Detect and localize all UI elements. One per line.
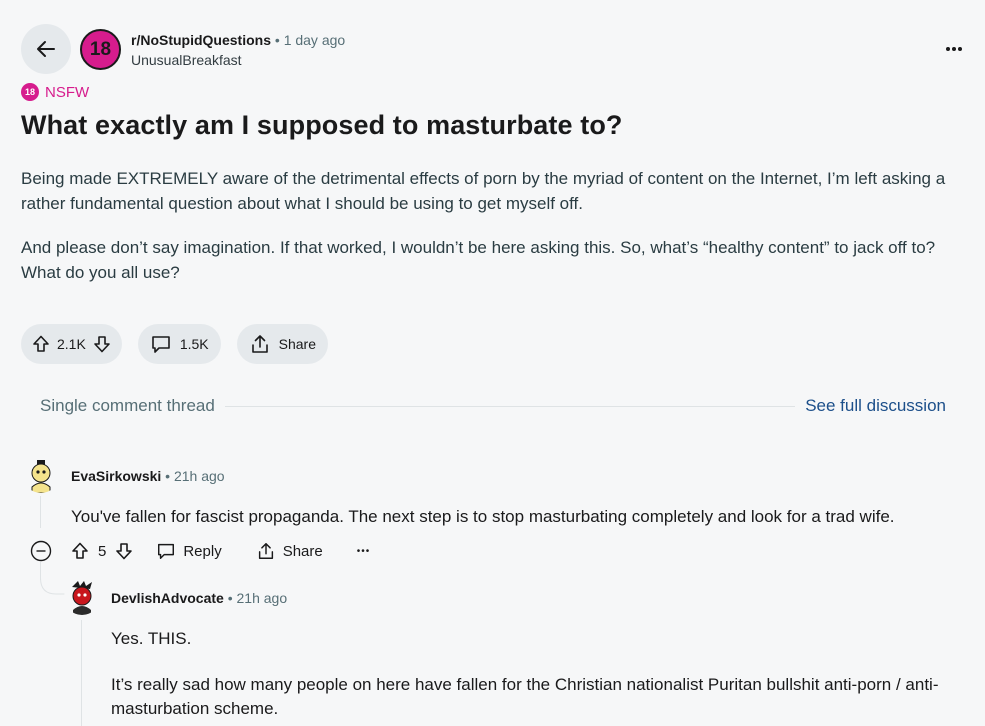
reply-label: Reply	[183, 542, 222, 560]
comment-text: You've fallen for fascist propaganda. Th…	[71, 507, 895, 526]
comment-text: Yes. THIS. It’s really sad how many peop…	[111, 627, 961, 721]
comment-actions: 5 Reply Share •••	[30, 540, 370, 562]
subreddit-avatar[interactable]: 18	[80, 29, 121, 70]
reply-button[interactable]: Reply	[156, 541, 222, 561]
share-icon	[258, 543, 273, 559]
share-label: Share	[278, 336, 316, 352]
comment-share-button[interactable]: Share	[256, 541, 323, 561]
reply-connector-curve	[40, 578, 66, 595]
post-body: Being made EXTREMELY aware of the detrim…	[21, 167, 971, 305]
nsfw-label: NSFW	[45, 83, 90, 101]
downvote-icon[interactable]	[92, 334, 112, 354]
back-arrow-icon	[37, 41, 55, 57]
comment-time: 21h ago	[236, 590, 288, 606]
post-time: 1 day ago	[283, 32, 346, 48]
user-avatar-icon	[64, 579, 100, 615]
comment-icon	[152, 336, 170, 353]
comment-share-label: Share	[282, 542, 323, 560]
vote-control: 2.1K	[21, 324, 122, 364]
post-body-paragraph: And please don’t say imagination. If tha…	[21, 238, 936, 282]
more-options-icon	[946, 47, 962, 51]
comment-time: 21h ago	[173, 468, 225, 484]
post-body-paragraph: Being made EXTREMELY aware of the detrim…	[21, 169, 946, 213]
thread-label: Single comment thread	[40, 396, 215, 415]
see-full-discussion-link[interactable]: See full discussion	[805, 396, 946, 416]
share-icon	[251, 335, 268, 353]
upvote-count: 2.1K	[57, 336, 86, 352]
thread-bar: Single comment thread See full discussio…	[40, 396, 946, 416]
upvote-icon[interactable]	[31, 334, 51, 354]
downvote-icon[interactable]	[114, 541, 134, 561]
nsfw-tag: 18 NSFW	[21, 83, 89, 101]
avatar[interactable]	[23, 457, 59, 493]
collapse-button[interactable]	[30, 540, 52, 562]
post-actions: 2.1K 1.5K Share	[21, 324, 328, 364]
thread-line	[40, 496, 41, 528]
meta-separator: •	[274, 32, 280, 48]
upvote-icon[interactable]	[70, 541, 90, 561]
comments-button[interactable]: 1.5K	[137, 324, 221, 364]
post-title: What exactly am I supposed to masturbate…	[21, 110, 623, 140]
comment-paragraph: Yes. THIS.	[111, 629, 192, 648]
comment-username[interactable]: EvaSirkowski	[71, 468, 161, 484]
comment-username[interactable]: DevlishAdvocate	[111, 590, 224, 606]
collapse-icon	[30, 540, 52, 562]
more-options-icon: •••	[356, 545, 371, 557]
nsfw-badge-icon: 18	[21, 83, 39, 101]
thread-divider	[224, 405, 796, 407]
comment-score: 5	[98, 542, 107, 560]
comment-meta: DevlishAdvocate • 21h ago	[111, 589, 287, 607]
comment-more-button[interactable]: •••	[357, 546, 371, 557]
back-button[interactable]	[21, 24, 71, 74]
thread-line	[81, 620, 82, 726]
post-author[interactable]: UnusualBreakfast	[131, 51, 345, 69]
share-button[interactable]: Share	[236, 324, 328, 364]
avatar[interactable]	[64, 579, 100, 615]
comment-paragraph: It’s really sad how many people on here …	[111, 675, 939, 718]
comment-icon	[158, 543, 175, 559]
comment-vote-control: 5	[70, 541, 134, 561]
subreddit-link[interactable]: r/NoStupidQuestions	[131, 32, 271, 48]
comment-meta: EvaSirkowski • 21h ago	[71, 467, 225, 485]
meta-separator: •	[227, 590, 233, 606]
post-meta: r/NoStupidQuestions • 1 day ago UnusualB…	[131, 31, 345, 69]
user-avatar-icon	[23, 457, 59, 493]
more-options-button[interactable]	[940, 38, 968, 60]
comment-count: 1.5K	[179, 336, 209, 352]
meta-separator: •	[165, 468, 171, 484]
